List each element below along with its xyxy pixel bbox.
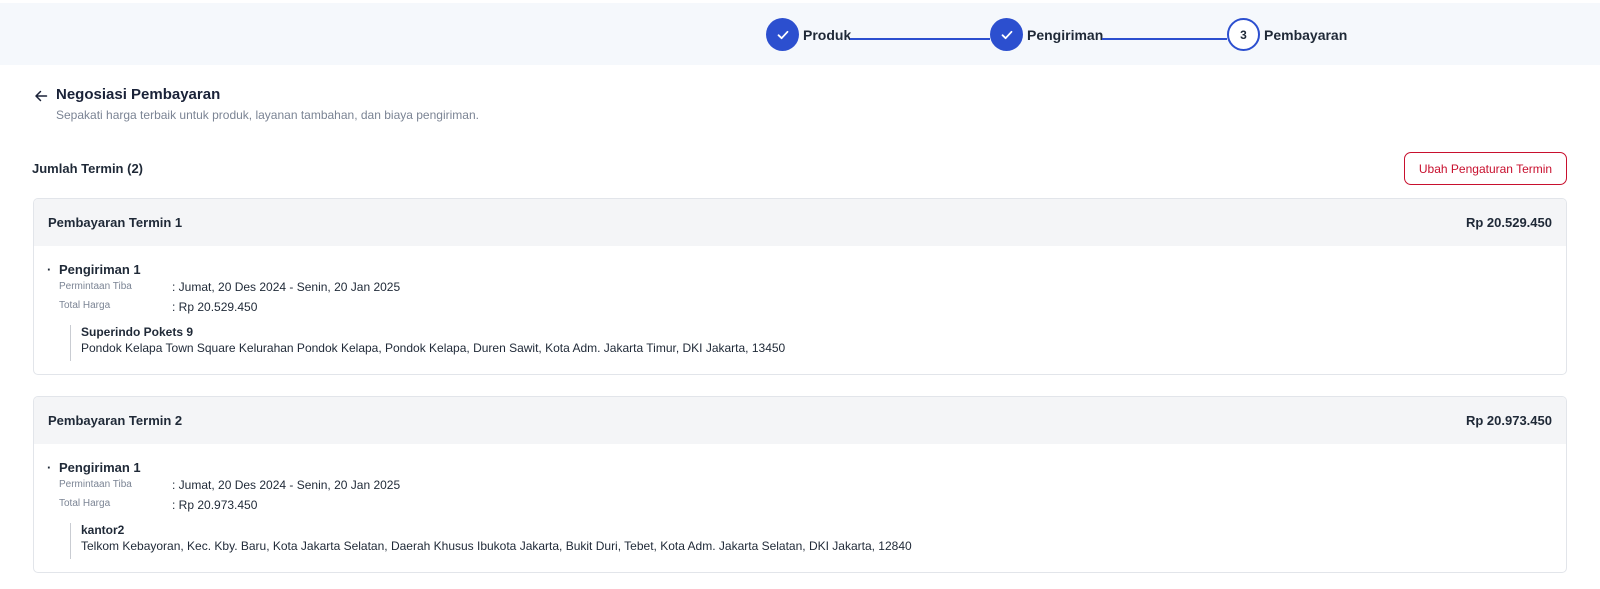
shipment-title: · Pengiriman 1 — [47, 460, 141, 475]
term-card: Pembayaran Termin 1 Rp 20.529.450 · Pengi… — [33, 198, 1567, 375]
arrival-label: Permintaan Tiba — [59, 281, 132, 292]
term-count-label: Jumlah Termin (2) — [32, 161, 144, 176]
step-produk: Produk — [766, 18, 851, 51]
page-subtitle: Sepakati harga terbaik untuk produk, lay… — [56, 108, 479, 122]
term-card-body: · Pengiriman 1 Permintaan Tiba : Jumat, 2… — [34, 444, 1566, 572]
term-title: Pembayaran Termin 2 — [48, 413, 183, 428]
shipment-title-text: Pengiriman 1 — [59, 262, 141, 277]
checkmark-icon — [1001, 30, 1012, 39]
checkmark-icon — [777, 30, 788, 39]
shipment-title-text: Pengiriman 1 — [59, 460, 141, 475]
step-pengiriman: Pengiriman — [990, 18, 1103, 51]
term-title: Pembayaran Termin 1 — [48, 215, 183, 230]
address-line: Telkom Kebayoran, Kec. Kby. Baru, Kota J… — [81, 539, 912, 553]
term-card: Pembayaran Termin 2 Rp 20.973.450 · Pengi… — [33, 396, 1567, 573]
bullet-icon: · — [47, 460, 52, 475]
address-line: Pondok Kelapa Town Square Kelurahan Pond… — [81, 341, 786, 355]
step-pembayaran: 3 Pembayaran — [1227, 18, 1347, 51]
page-title: Negosiasi Pembayaran — [56, 86, 221, 103]
step-label: Pengiriman — [1027, 26, 1104, 43]
arrival-value: : Jumat, 20 Des 2024 - Senin, 20 Jan 202… — [172, 280, 401, 294]
term-amount: Rp 20.973.450 — [1465, 413, 1552, 428]
step-connector — [850, 38, 990, 40]
step-number: 3 — [1240, 27, 1247, 42]
address-name: Superindo Pokets 9 — [81, 325, 194, 339]
change-term-settings-button[interactable]: Ubah Pengaturan Termin — [1404, 152, 1567, 185]
step-completed-badge — [990, 18, 1023, 51]
bullet-icon: · — [47, 262, 52, 277]
delivery-address: kantor2 Telkom Kebayoran, Kec. Kby. Baru… — [70, 523, 912, 559]
total-price-label: Total Harga — [59, 498, 111, 509]
total-price-value: : Rp 20.529.450 — [172, 300, 258, 314]
step-label: Produk — [803, 26, 852, 43]
term-amount: Rp 20.529.450 — [1465, 215, 1552, 230]
term-card-body: · Pengiriman 1 Permintaan Tiba : Jumat, 2… — [34, 246, 1566, 374]
checkout-stepper: Produk Pengiriman 3 Pembayaran — [0, 3, 1600, 65]
step-connector — [1102, 38, 1227, 40]
step-number-badge: 3 — [1227, 18, 1260, 51]
address-name: kantor2 — [81, 523, 125, 537]
term-card-header: Pembayaran Termin 1 Rp 20.529.450 — [34, 199, 1566, 246]
arrival-value: : Jumat, 20 Des 2024 - Senin, 20 Jan 202… — [172, 478, 401, 492]
step-completed-badge — [766, 18, 799, 51]
shipment-title: · Pengiriman 1 — [47, 262, 141, 277]
term-card-header: Pembayaran Termin 2 Rp 20.973.450 — [34, 397, 1566, 444]
total-price-label: Total Harga — [59, 300, 111, 311]
step-label: Pembayaran — [1264, 26, 1348, 43]
arrival-label: Permintaan Tiba — [59, 479, 132, 490]
delivery-address: Superindo Pokets 9 Pondok Kelapa Town Sq… — [70, 325, 785, 361]
back-arrow-icon[interactable] — [34, 89, 48, 103]
total-price-value: : Rp 20.973.450 — [172, 498, 258, 512]
